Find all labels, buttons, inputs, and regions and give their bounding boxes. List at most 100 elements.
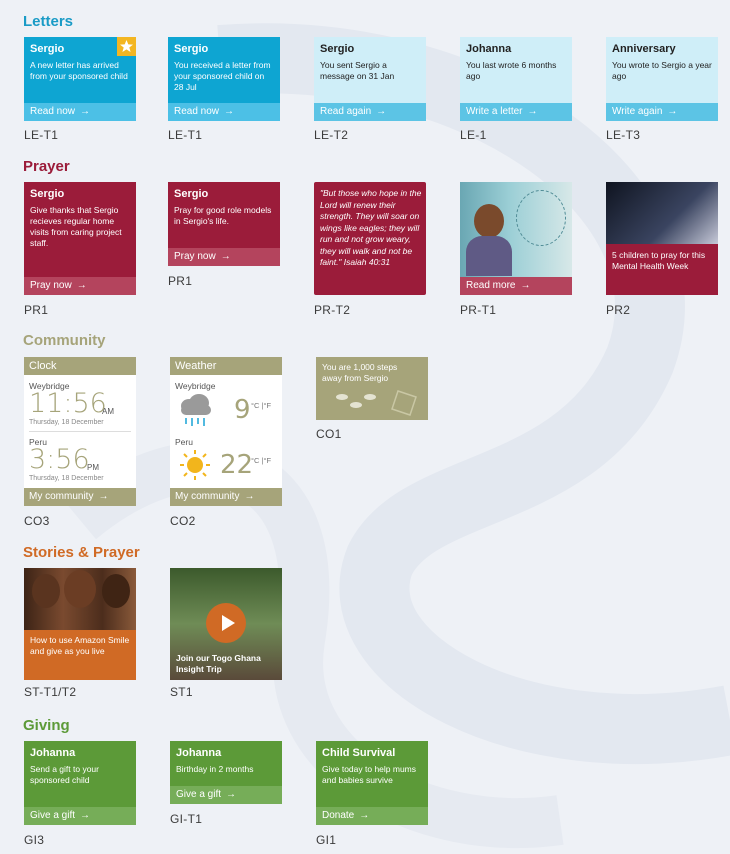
card-header: Clock [24,357,136,375]
temp-unit-toggle[interactable]: °C |°F [251,401,271,410]
card-code: GI-T1 [170,812,203,826]
action-label: Give a gift [176,789,222,800]
scripture-card[interactable]: "But those who hope in the Lord will ren… [314,182,426,295]
write-letter-button[interactable]: Write a letter → [460,103,572,121]
my-community-button[interactable]: My community → [170,488,282,506]
card-message: Pray for good role models in Sergio's li… [174,205,272,226]
action-label: Donate [322,810,355,821]
arrow-right-icon: → [226,789,237,800]
read-now-button[interactable]: Read now → [24,103,136,121]
card-code: CO1 [316,427,342,441]
pray-now-button[interactable]: Pray now → [168,248,280,266]
gift-card[interactable]: Johanna Send a gift to your sponsored ch… [24,741,136,825]
arrow-right-icon: → [80,810,91,821]
card-title: Anniversary [612,43,676,55]
photo-card[interactable]: 5 children to pray for this Mental Healt… [606,182,718,295]
letter-card[interactable]: Johanna You last wrote 6 months ago Writ… [460,37,572,121]
arrow-right-icon: → [98,491,109,502]
card-message: Send a gift to your sponsored child [30,764,99,785]
write-again-button[interactable]: Write again → [606,103,718,121]
section-title-stories: Stories & Prayer [23,544,140,561]
time-display: 11:56 [29,388,107,419]
letter-card[interactable]: Sergio You sent Sergio a message on 31 J… [314,37,426,121]
temp-unit-toggle[interactable]: °C |°F [251,456,271,465]
action-label: Read more [466,280,516,291]
give-gift-button[interactable]: Give a gift → [170,786,282,804]
card-code: GI3 [24,833,45,847]
card-message: You sent Sergio a message on 31 Jan [320,60,395,81]
give-gift-button[interactable]: Give a gift → [24,807,136,825]
clock-card[interactable]: Clock Weybridge 11:56 AM Thursday, 18 De… [24,357,136,506]
action-label: My community [29,491,94,502]
card-title: Sergio [30,43,65,55]
letter-card[interactable]: Sergio A new letter has arrived from you… [24,37,136,121]
card-code: PR2 [606,303,631,317]
time-display: 3:56 [29,444,90,475]
arrow-right-icon: → [667,106,678,117]
ampm-label: PM [87,463,99,472]
divider [29,431,131,432]
card-code: CO2 [170,514,196,528]
rain-cloud-icon [177,393,215,434]
section-title-community: Community [23,332,106,349]
star-icon [117,37,136,56]
arrow-right-icon: → [359,810,370,821]
city-label: Peru [175,437,193,447]
prayer-card[interactable]: Sergio Pray for good role models in Serg… [168,182,280,266]
action-label: Give a gift [30,810,76,821]
action-label: Write a letter [466,106,523,117]
read-again-button[interactable]: Read again → [314,103,426,121]
child-photo [460,182,572,277]
card-code: CO3 [24,514,50,528]
pray-now-button[interactable]: Pray now → [24,277,136,295]
action-label: Pray now [174,251,216,262]
my-community-button[interactable]: My community → [24,488,136,506]
card-message: You are 1,000 steps away from Sergio [322,362,398,383]
weather-card[interactable]: Weather Weybridge 9 °C |°F Peru 22 °C |°… [170,357,282,506]
card-message: You received a letter from your sponsore… [174,60,271,92]
card-message: Join our Togo Ghana Insight Trip [176,653,261,674]
card-code: LE-1 [460,128,487,142]
arrow-right-icon: → [376,106,387,117]
video-card[interactable]: Join our Togo Ghana Insight Trip [170,568,282,680]
section-title-letters: Letters [23,13,74,30]
card-message: You last wrote 6 months ago [466,60,557,81]
read-now-button[interactable]: Read now → [168,103,280,121]
donate-card[interactable]: Child Survival Give today to help mums a… [316,741,428,825]
arrow-right-icon: → [224,106,235,117]
card-code: ST-T1/T2 [24,685,77,699]
gift-card[interactable]: Johanna Birthday in 2 months Give a gift… [170,741,282,804]
ampm-label: AM [102,407,114,416]
children-photo [24,568,136,630]
steps-card[interactable]: You are 1,000 steps away from Sergio [316,357,428,420]
story-card[interactable]: How to use Amazon Smile and give as you … [24,568,136,680]
action-label: Read now [174,106,220,117]
section-title-prayer: Prayer [23,158,70,175]
card-code: PR1 [24,303,49,317]
play-icon[interactable] [206,603,246,643]
card-message: A new letter has arrived from your spons… [30,60,128,81]
action-label: Read now [30,106,76,117]
card-code: GI1 [316,833,337,847]
card-title: Johanna [30,747,76,759]
temperature: 22 [220,450,254,480]
arrow-right-icon: → [520,280,531,291]
arrow-right-icon: → [244,491,255,502]
action-label: Write again [612,106,663,117]
card-code: PR-T2 [314,303,351,317]
card-code: LE-T2 [314,128,349,142]
read-more-button[interactable]: Read more → [460,277,572,295]
card-code: LE-T1 [24,128,59,142]
donate-button[interactable]: Donate → [316,807,428,825]
card-title: Sergio [174,43,209,55]
card-title: Sergio [174,188,209,200]
prayer-card[interactable]: Sergio Give thanks that Sergio recieves … [24,182,136,295]
footsteps-icon [322,389,422,420]
photo-card[interactable]: Read more → [460,182,572,295]
action-label: Read again [320,106,372,117]
letter-card[interactable]: Sergio You received a letter from your s… [168,37,280,121]
card-code: LE-T3 [606,128,641,142]
card-header: Weather [170,357,282,375]
card-message: Birthday in 2 months [176,764,254,774]
letter-card[interactable]: Anniversary You wrote to Sergio a year a… [606,37,718,121]
